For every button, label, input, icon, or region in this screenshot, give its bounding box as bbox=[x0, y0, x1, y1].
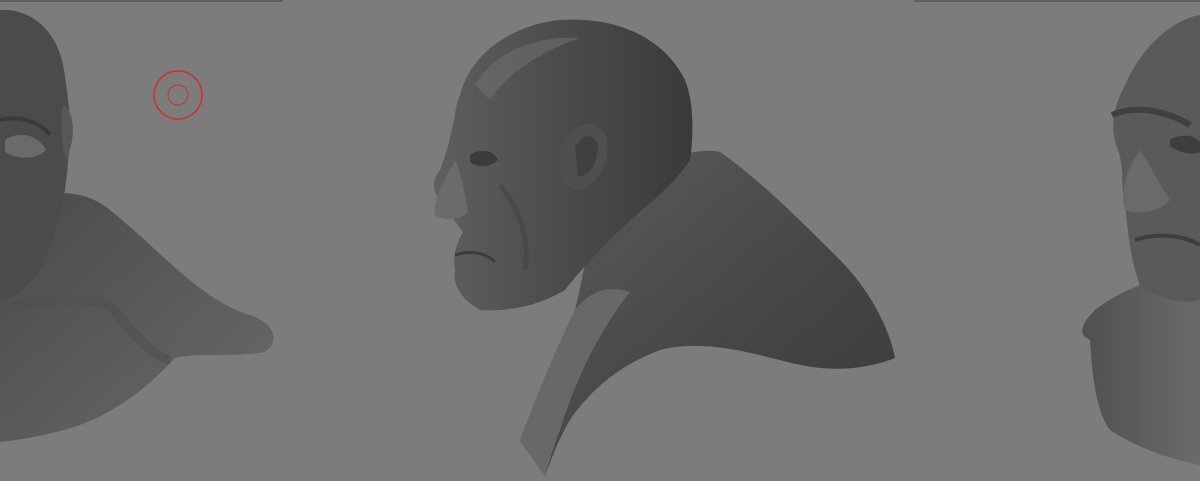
sculpt-bust-center-profile[interactable] bbox=[434, 19, 895, 476]
right-bust-head bbox=[1113, 15, 1200, 302]
sculpt-scene[interactable] bbox=[0, 0, 1200, 481]
circle-brush-cursor-icon bbox=[153, 70, 203, 120]
sculpt-bust-left-view[interactable] bbox=[0, 9, 274, 442]
sculpt-viewport[interactable] bbox=[0, 0, 1200, 481]
sculpt-bust-right-view[interactable] bbox=[1082, 15, 1200, 465]
